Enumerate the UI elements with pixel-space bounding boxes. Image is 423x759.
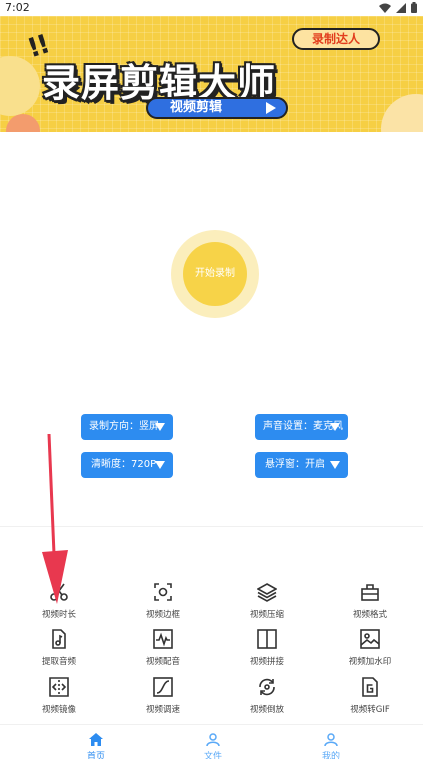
mirror-icon xyxy=(49,677,69,697)
annotation-arrow xyxy=(42,434,68,604)
tool-label: 视频压缩 xyxy=(249,610,284,620)
tool-label: 视频调速 xyxy=(145,705,180,715)
gif-icon xyxy=(362,677,378,697)
user-icon xyxy=(324,733,338,746)
banner-decoration xyxy=(381,94,423,132)
nav-files[interactable]: 文件 xyxy=(183,733,243,759)
status-icons xyxy=(379,2,417,13)
floating-label: 悬浮窗：开启 xyxy=(265,459,325,470)
tool-label: 视频倒放 xyxy=(249,705,284,715)
dropdown-arrow-icon xyxy=(330,461,340,469)
tool-label: 视频配音 xyxy=(145,657,180,667)
dropdown-arrow-icon xyxy=(155,461,165,469)
tool-label: 视频加水印 xyxy=(348,657,392,667)
tool-video-gif[interactable]: 视频转GIF xyxy=(335,677,405,717)
banner-subtitle-text: 视频剪辑 xyxy=(170,100,223,115)
home-icon xyxy=(89,733,103,746)
direction-label: 录制方向：竖屏 xyxy=(89,421,159,432)
banner-badge: 录制达人 xyxy=(292,28,380,50)
nav-files-label: 文件 xyxy=(203,752,222,759)
tool-label: 视频边框 xyxy=(145,610,180,620)
frame-icon xyxy=(154,583,172,601)
banner-subtitle: 视频剪辑 xyxy=(146,97,288,119)
banner-decoration xyxy=(6,114,40,132)
tool-label: 视频镜像 xyxy=(41,705,76,715)
banner-decoration xyxy=(0,56,40,116)
image-icon xyxy=(360,629,380,649)
tool-video-dubbing[interactable]: 视频配音 xyxy=(128,629,198,669)
dropdown-arrow-icon xyxy=(330,423,340,431)
tool-video-watermark[interactable]: 视频加水印 xyxy=(335,629,405,669)
tool-video-border[interactable]: 视频边框 xyxy=(128,582,198,622)
banner[interactable]: !! 录制达人 录屏剪辑大师 视频剪辑 xyxy=(0,16,423,132)
tool-video-mirror[interactable]: 视频镜像 xyxy=(24,677,94,717)
direction-select[interactable]: 录制方向：竖屏 xyxy=(81,414,173,440)
tool-video-speed[interactable]: 视频调速 xyxy=(128,677,198,717)
battery-icon xyxy=(411,2,417,13)
tool-video-reverse[interactable]: 视频倒放 xyxy=(232,677,302,717)
split-icon xyxy=(257,629,277,649)
signal-icon xyxy=(396,2,406,13)
tool-label: 视频拼接 xyxy=(249,657,284,667)
tool-label: 提取音频 xyxy=(41,657,76,667)
nav-mine[interactable]: 我的 xyxy=(301,733,361,759)
nav-mine-label: 我的 xyxy=(321,752,340,759)
play-arrow-icon xyxy=(266,102,276,114)
toolbox-icon xyxy=(361,584,379,601)
status-time: 7:02 xyxy=(5,1,30,14)
tool-extract-audio[interactable]: 提取音频 xyxy=(24,629,94,669)
tool-video-compress[interactable]: 视频压缩 xyxy=(232,582,302,622)
start-record-button[interactable]: 开始录制 xyxy=(183,242,247,306)
music-file-icon xyxy=(52,629,66,649)
tool-label: 视频转GIF xyxy=(350,705,390,715)
layers-icon xyxy=(257,583,277,602)
bottom-nav: 首页 文件 我的 xyxy=(0,724,423,759)
nav-home[interactable]: 首页 xyxy=(66,733,126,759)
waveform-icon xyxy=(153,629,173,649)
floating-select[interactable]: 悬浮窗：开启 xyxy=(255,452,348,478)
rotate-icon xyxy=(259,678,275,696)
tool-label: 视频格式 xyxy=(352,610,387,620)
tool-label: 视频时长 xyxy=(41,610,76,620)
wifi-icon xyxy=(379,3,391,13)
tool-video-format[interactable]: 视频格式 xyxy=(335,582,405,622)
quality-label: 清晰度：720P xyxy=(91,459,157,470)
speed-curve-icon xyxy=(153,677,173,697)
dropdown-arrow-icon xyxy=(155,423,165,431)
tool-video-join[interactable]: 视频拼接 xyxy=(232,629,302,669)
audio-select[interactable]: 声音设置：麦克风 xyxy=(255,414,348,440)
quality-select[interactable]: 清晰度：720P xyxy=(81,452,173,478)
status-bar: 7:02 xyxy=(0,0,423,16)
user-icon xyxy=(206,733,220,746)
nav-home-label: 首页 xyxy=(86,752,105,759)
